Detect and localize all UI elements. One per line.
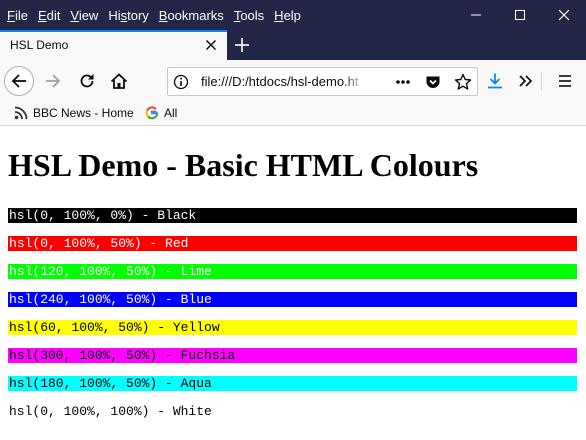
minimize-icon bbox=[471, 14, 481, 16]
reload-icon bbox=[80, 73, 94, 88]
more-dots-icon bbox=[396, 80, 410, 84]
window-controls bbox=[454, 0, 586, 30]
bookmark-label: BBC News - Home bbox=[33, 106, 134, 120]
url-bar[interactable]: file:///D:/htdocs/hsl-demo.html bbox=[167, 67, 478, 96]
bookmark-bbc-news[interactable]: BBC News - Home bbox=[13, 105, 134, 121]
plus-icon bbox=[235, 38, 249, 52]
maximize-button[interactable] bbox=[498, 0, 542, 30]
menu-tools[interactable]: Tools bbox=[234, 8, 264, 23]
bookmark-all[interactable]: All bbox=[144, 105, 177, 121]
maximize-icon bbox=[515, 10, 525, 20]
tab-close-icon[interactable] bbox=[205, 39, 217, 51]
downloads-button[interactable] bbox=[482, 68, 508, 94]
colour-bar: hsl(300, 100%, 50%) - Fuchsia bbox=[8, 348, 577, 363]
home-icon bbox=[110, 73, 128, 89]
url-text[interactable]: file:///D:/htdocs/hsl-demo.html bbox=[201, 74, 359, 89]
double-chevron-icon bbox=[519, 75, 533, 87]
reload-button[interactable] bbox=[74, 68, 100, 94]
tab-hsl-demo[interactable]: HSL Demo bbox=[0, 30, 227, 60]
menu-edit[interactable]: Edit bbox=[38, 8, 60, 23]
google-icon bbox=[144, 105, 160, 121]
page-actions-button[interactable] bbox=[388, 71, 418, 93]
close-window-button[interactable] bbox=[542, 0, 586, 30]
new-tab-button[interactable] bbox=[227, 30, 257, 60]
back-button[interactable] bbox=[4, 66, 34, 96]
colour-bar: hsl(0, 100%, 100%) - White bbox=[8, 404, 577, 419]
menu-file[interactable]: File bbox=[7, 8, 28, 23]
menu-bookmarks[interactable]: Bookmarks bbox=[159, 8, 224, 23]
page-title: HSL Demo - Basic HTML Colours bbox=[8, 147, 479, 183]
bookmarks-toolbar: BBC News - Home All bbox=[0, 102, 586, 126]
download-icon bbox=[488, 73, 502, 89]
url-fade bbox=[344, 70, 364, 94]
home-button[interactable] bbox=[106, 68, 132, 94]
colour-bar: hsl(0, 100%, 50%) - Red bbox=[8, 236, 577, 251]
colour-bar: hsl(180, 100%, 50%) - Aqua bbox=[8, 376, 577, 391]
rss-icon bbox=[13, 105, 29, 121]
page-content: HSL Demo - Basic HTML Colours hsl(0, 100… bbox=[0, 126, 586, 440]
menu-history[interactable]: History bbox=[108, 8, 148, 23]
menu-view[interactable]: View bbox=[70, 8, 98, 23]
bookmark-star-button[interactable] bbox=[448, 71, 478, 93]
overflow-menu-button[interactable] bbox=[513, 68, 539, 94]
bookmark-label: All bbox=[164, 106, 178, 120]
app-menu-button[interactable] bbox=[552, 68, 578, 94]
tab-strip: HSL Demo bbox=[0, 30, 586, 60]
pocket-icon bbox=[426, 76, 440, 88]
hamburger-icon bbox=[559, 75, 571, 87]
page-actions bbox=[388, 71, 478, 93]
back-arrow-icon bbox=[11, 74, 26, 88]
site-info-button[interactable] bbox=[168, 68, 194, 95]
star-icon bbox=[454, 73, 472, 90]
forward-button[interactable] bbox=[40, 68, 66, 94]
info-icon bbox=[173, 74, 189, 89]
menu-help[interactable]: Help bbox=[274, 8, 301, 23]
pocket-button[interactable] bbox=[418, 71, 448, 93]
tab-title: HSL Demo bbox=[10, 38, 69, 52]
title-bar: File Edit View History Bookmarks Tools H… bbox=[0, 0, 586, 30]
colour-bar: hsl(60, 100%, 50%) - Yellow bbox=[8, 320, 577, 335]
forward-arrow-icon bbox=[46, 74, 61, 88]
minimize-button[interactable] bbox=[454, 0, 498, 30]
colour-bar: hsl(120, 100%, 50%) - Lime bbox=[8, 264, 577, 279]
toolbar-separator bbox=[541, 72, 542, 90]
colour-bar: hsl(240, 100%, 50%) - Blue bbox=[8, 292, 577, 307]
navigation-toolbar: file:///D:/htdocs/hsl-demo.html bbox=[0, 60, 586, 102]
menu-bar: File Edit View History Bookmarks Tools H… bbox=[0, 0, 311, 30]
colour-bar: hsl(0, 100%, 0%) - Black bbox=[8, 208, 577, 223]
close-icon bbox=[558, 9, 570, 21]
